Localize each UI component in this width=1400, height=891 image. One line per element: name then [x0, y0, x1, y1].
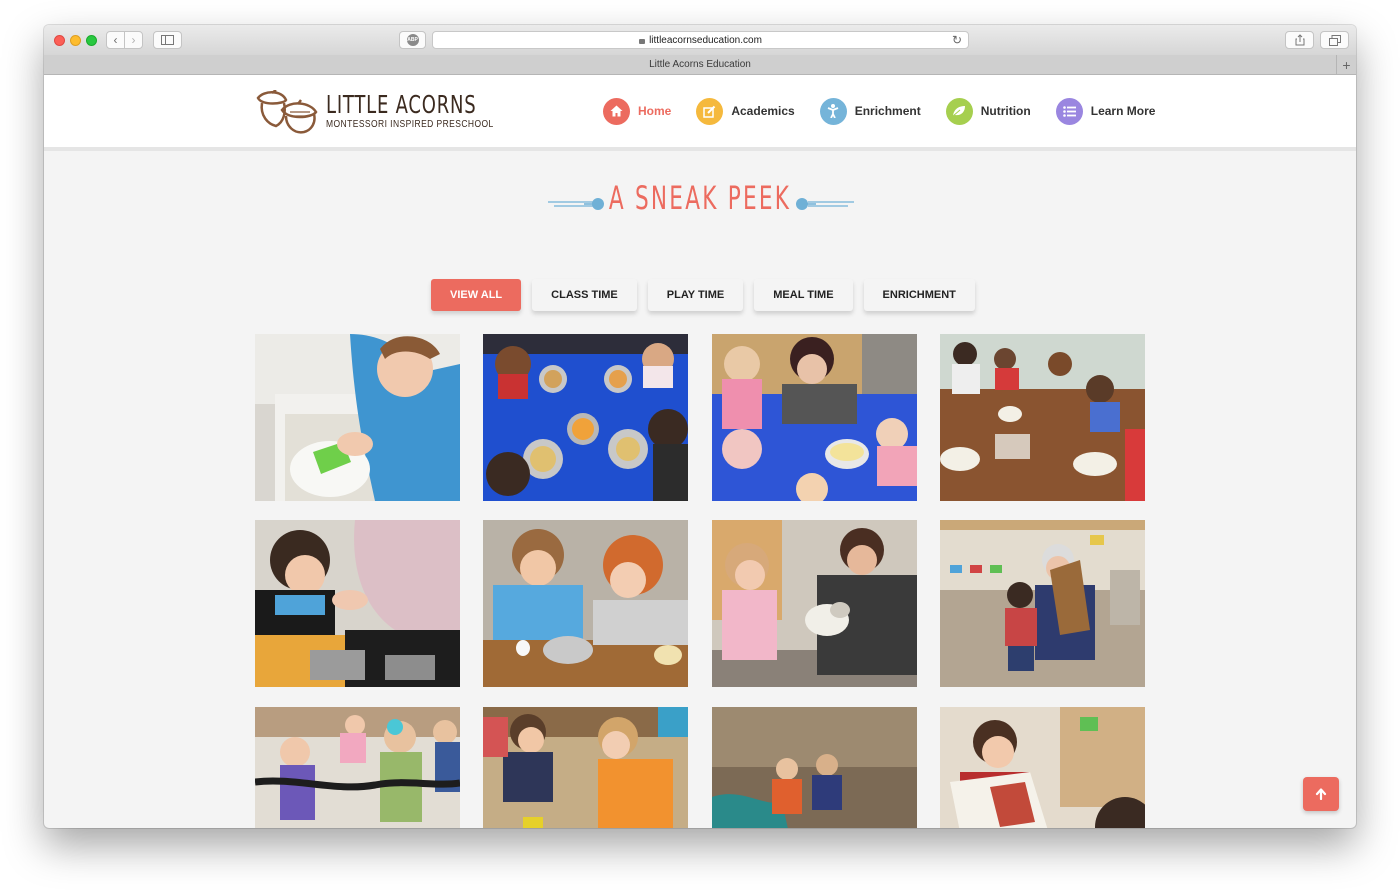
site-header: LITTLE ACORNS MONTESSORI INSPIRED PRESCH… [44, 75, 1356, 151]
photo-child-with-grandmother-harp[interactable] [940, 520, 1145, 687]
photo-children-playing-rope[interactable] [255, 707, 460, 828]
filter-class-time[interactable]: CLASS TIME [532, 279, 637, 311]
leaf-icon [945, 97, 973, 125]
browser-toolbar: ‹ › ABP littleacornseducation.com ↻ [44, 25, 1356, 56]
section-title: A SNEAK PEEK [608, 179, 792, 217]
nav-item-enrichment[interactable]: Enrichment [819, 97, 921, 125]
nav-item-learn-more[interactable]: Learn More [1055, 97, 1156, 125]
back-button[interactable]: ‹ [106, 31, 125, 49]
filter-meal-time[interactable]: MEAL TIME [754, 279, 853, 311]
zoom-window-button[interactable] [86, 35, 97, 46]
photo-children-blue-table-meal[interactable] [483, 334, 688, 501]
lock-icon [639, 38, 646, 44]
list-icon [1055, 97, 1083, 125]
logo-title: LITTLE ACORNS [326, 90, 477, 119]
heading-ornament-right [796, 198, 854, 210]
photo-child-watching-hands[interactable] [255, 520, 460, 687]
chevron-right-icon: › [131, 33, 136, 47]
nav-label-learn-more: Learn More [1090, 104, 1156, 118]
nav-label-academics: Academics [731, 104, 795, 118]
nav-label-nutrition: Nutrition [980, 104, 1031, 118]
gallery-filters: VIEW ALL CLASS TIME PLAY TIME MEAL TIME … [431, 279, 986, 311]
photo-boys-sandbox[interactable] [483, 707, 688, 828]
photo-boys-cooking-eggs[interactable] [483, 520, 688, 687]
edit-icon [696, 97, 724, 125]
photo-teacher-mixing-bowl[interactable] [712, 334, 917, 501]
photo-children-wood-table-meal[interactable] [940, 334, 1145, 501]
home-icon [603, 97, 630, 125]
plus-icon: + [1342, 56, 1351, 73]
scroll-to-top-button[interactable] [1303, 777, 1339, 811]
adblock-button[interactable]: ABP [399, 31, 426, 49]
sidebar-toggle-button[interactable] [153, 31, 182, 49]
share-button[interactable] [1285, 31, 1314, 49]
logo-subtitle: MONTESSORI INSPIRED PRESCHOOL [326, 119, 494, 130]
tab-title[interactable]: Little Acorns Education [649, 59, 751, 70]
share-icon [1295, 34, 1304, 46]
child-icon [819, 97, 847, 125]
tabs-icon [1328, 34, 1341, 46]
close-window-button[interactable] [54, 35, 65, 46]
new-tab-button[interactable]: + [1336, 55, 1356, 74]
tab-bar: Little Acorns Education + [44, 55, 1356, 75]
filter-play-time[interactable]: PLAY TIME [647, 279, 744, 311]
nav-item-nutrition[interactable]: Nutrition [945, 97, 1031, 125]
sidebar-icon [161, 35, 174, 45]
show-tabs-button[interactable] [1320, 31, 1349, 49]
site-logo[interactable]: LITTLE ACORNS MONTESSORI INSPIRED PRESCH… [254, 88, 493, 136]
nav-item-home[interactable]: Home [603, 97, 672, 125]
reload-icon[interactable]: ↻ [952, 33, 962, 47]
acorn-logo-icon [256, 90, 318, 134]
minimize-window-button[interactable] [70, 35, 81, 46]
nav-label-enrichment: Enrichment [854, 104, 921, 118]
photo-child-washing-plate[interactable] [255, 334, 460, 501]
photo-girls-outdoor-slide[interactable] [712, 707, 917, 828]
browser-window: ‹ › ABP littleacornseducation.com ↻ Litt… [44, 25, 1356, 828]
filter-enrichment[interactable]: ENRICHMENT [863, 279, 975, 311]
filter-view-all[interactable]: VIEW ALL [431, 279, 522, 311]
photo-boy-reading-book[interactable] [940, 707, 1145, 828]
chevron-left-icon: ‹ [113, 33, 118, 47]
photo-child-petting-rabbit[interactable] [712, 520, 917, 687]
address-bar[interactable]: littleacornseducation.com ↻ [432, 31, 969, 49]
section-heading: A SNEAK PEEK [544, 175, 856, 225]
main-nav: Home Academics Enrichment Nutrition Lear… [603, 96, 1180, 126]
nav-item-academics[interactable]: Academics [696, 97, 795, 125]
address-url: littleacornseducation.com [649, 34, 762, 46]
arrow-up-icon [1315, 788, 1327, 800]
nav-label-home: Home [638, 104, 672, 118]
adblock-icon: ABP [406, 34, 419, 46]
forward-button[interactable]: › [124, 31, 143, 49]
adblock-badge-label: ABP [407, 37, 418, 43]
